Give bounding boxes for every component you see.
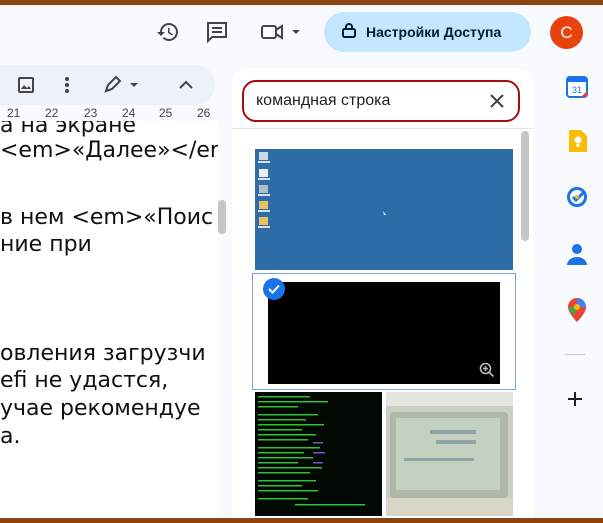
ruler-tick-label: 26 (197, 106, 211, 120)
doc-toolbar (0, 65, 215, 105)
chevron-up-icon[interactable] (170, 69, 202, 101)
image-result-command-prompt[interactable] (252, 273, 516, 390)
doc-text-line: овления загрузчи (0, 341, 206, 366)
more-vert-icon[interactable] (51, 69, 83, 101)
app-bar: Настройки Доступа С (0, 5, 603, 60)
image-search-input[interactable]: командная строка (242, 80, 520, 122)
comment-icon[interactable] (201, 16, 233, 48)
results-scrollbar[interactable] (521, 131, 529, 241)
calendar-icon[interactable]: 31 (561, 71, 593, 103)
doc-text-line: а. (0, 424, 21, 449)
contacts-icon[interactable] (561, 238, 593, 270)
insert-image-icon[interactable] (10, 69, 42, 101)
doc-text-line: учае рекомендуе (0, 396, 201, 421)
zoom-in-icon[interactable] (479, 362, 495, 383)
doc-text-line: ние при (0, 232, 92, 257)
lock-icon (342, 22, 356, 43)
ruler: 21 22 23 24 25 26 (0, 105, 222, 121)
image-result-desktop[interactable] (255, 149, 513, 270)
image-result-green-console[interactable] (255, 392, 382, 516)
search-query: командная строка (256, 92, 391, 109)
share-button-label: Настройки Доступа (366, 24, 502, 40)
avatar[interactable]: С (550, 16, 583, 49)
ruler-tick-label: 23 (84, 106, 98, 120)
editing-mode-icon[interactable] (100, 69, 144, 101)
tasks-icon[interactable] (561, 181, 593, 213)
ruler-tick-label: 22 (45, 106, 59, 120)
ruler-tick-label: 24 (122, 106, 136, 120)
document-canvas[interactable]: а на экране <em>«Далее»</em в нем <em>«П… (0, 121, 218, 518)
history-icon[interactable] (152, 16, 184, 48)
close-icon[interactable] (488, 92, 506, 115)
doc-text-line: <em>«Далее»</em (0, 138, 218, 163)
maps-icon[interactable] (561, 294, 593, 326)
doc-text-line: в нем <em>«Поис (0, 205, 214, 230)
video-camera-icon[interactable] (256, 16, 306, 48)
window-frame-bottom (0, 518, 603, 523)
doc-text-line: efi не удастся, (0, 368, 169, 393)
doc-text-line: а на экране (0, 121, 137, 138)
sidebar-divider (565, 354, 585, 355)
image-result-monitor-photo[interactable] (386, 392, 513, 516)
share-button[interactable]: Настройки Доступа (324, 12, 531, 52)
command-prompt-image (268, 282, 500, 384)
calendar-day: 31 (572, 85, 582, 95)
panel-divider (232, 128, 533, 129)
keep-icon[interactable] (561, 125, 593, 157)
ruler-tick-label: 21 (7, 106, 21, 120)
checkmark-icon (263, 278, 285, 300)
document-scrollbar[interactable] (218, 200, 226, 234)
ruler-tick-label: 25 (159, 106, 173, 120)
add-icon[interactable] (559, 383, 591, 415)
